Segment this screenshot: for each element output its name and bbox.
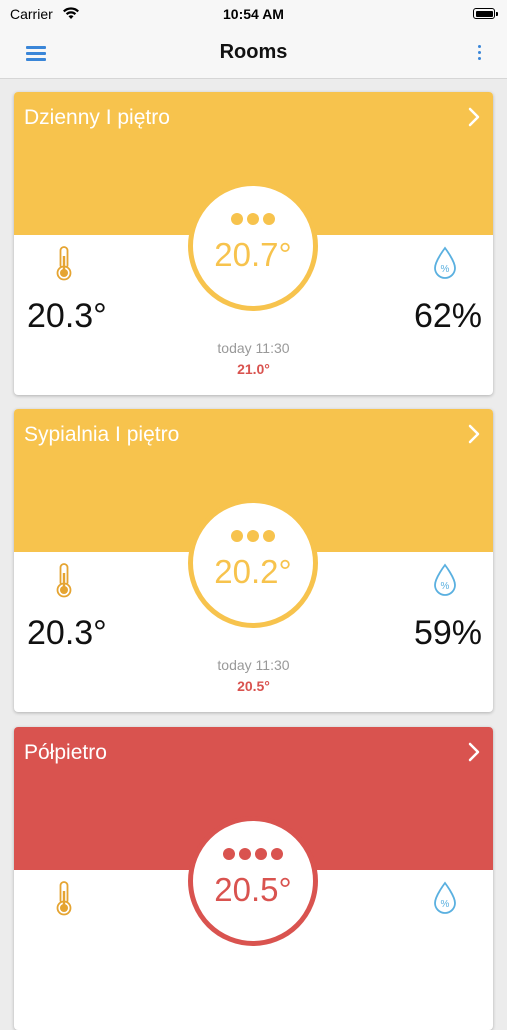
- temperature-dial[interactable]: 20.5°: [188, 816, 318, 946]
- humidity-drop-icon: %: [434, 246, 456, 279]
- status-dot: [263, 530, 275, 542]
- humidity-drop-icon: %: [434, 563, 456, 596]
- dial-temperature: 20.2°: [214, 553, 292, 590]
- status-dot: [231, 213, 243, 225]
- room-name: Sypialnia I piętro: [24, 423, 180, 446]
- status-bar: Carrier 10:54 AM: [0, 0, 507, 30]
- status-dots: [193, 529, 313, 543]
- dial-temperature: 20.7°: [214, 236, 292, 273]
- svg-text:%: %: [441, 899, 450, 910]
- status-dots: [193, 212, 313, 226]
- status-dot: [247, 530, 259, 542]
- thermometer-icon: [56, 881, 72, 916]
- setpoint-temperature: 21.0°: [237, 361, 270, 377]
- chevron-right-icon[interactable]: [467, 423, 481, 445]
- battery-icon: [473, 8, 498, 19]
- status-time: 10:54 AM: [223, 6, 284, 22]
- last-updated: today 11:30: [217, 657, 290, 673]
- chevron-right-icon[interactable]: [467, 741, 481, 763]
- last-updated: today 11:30: [217, 340, 290, 356]
- navigation-bar: Rooms: [0, 30, 507, 79]
- measured-temperature: 20.3°: [27, 614, 107, 652]
- status-dot: [239, 848, 251, 860]
- status-dots: [193, 847, 313, 861]
- status-dot: [271, 848, 283, 860]
- svg-text:%: %: [441, 264, 450, 275]
- svg-text:%: %: [441, 581, 450, 592]
- temperature-dial[interactable]: 20.2°: [188, 498, 318, 628]
- dial-temperature: 20.5°: [214, 871, 292, 908]
- thermometer-icon: [56, 563, 72, 598]
- setpoint-temperature: 20.5°: [237, 678, 270, 694]
- page-title: Rooms: [219, 41, 288, 63]
- chevron-right-icon[interactable]: [467, 106, 481, 128]
- measured-temperature: 20.3°: [27, 297, 107, 335]
- status-dot: [247, 213, 259, 225]
- humidity-value: 59%: [413, 614, 482, 652]
- room-name: Półpietro: [24, 741, 107, 764]
- temperature-dial[interactable]: 20.7°: [188, 181, 318, 311]
- room-card[interactable]: Półpietro 20.5° %: [14, 727, 493, 1030]
- room-card[interactable]: Sypialnia I piętro 20.2° % 20.3° 59% tod…: [14, 409, 493, 712]
- thermometer-icon: [56, 246, 72, 281]
- room-name: Dzienny I piętro: [24, 106, 170, 129]
- vertical-ellipsis-icon[interactable]: [475, 43, 483, 63]
- humidity-drop-icon: %: [434, 881, 456, 914]
- room-card[interactable]: Dzienny I piętro 20.7° % 20.3° 62% today…: [14, 92, 493, 395]
- status-dot: [223, 848, 235, 860]
- status-dot: [263, 213, 275, 225]
- humidity-value: 62%: [413, 297, 482, 335]
- status-dot: [255, 848, 267, 860]
- status-dot: [231, 530, 243, 542]
